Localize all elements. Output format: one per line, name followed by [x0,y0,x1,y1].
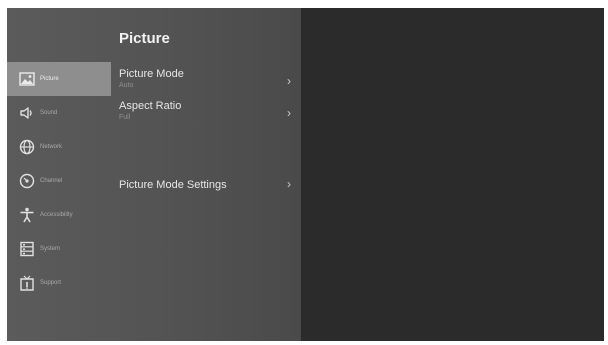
sidebar-item-support[interactable]: Support [7,266,111,300]
sidebar-item-label: Picture [40,76,59,82]
picture-mode-settings-item[interactable]: Picture Mode Settings › [119,177,291,191]
menu-item-label: Picture Mode Settings [119,179,227,191]
tv-screen: Picture Picture Sound Network Channel Ac… [7,8,604,341]
sidebar-item-picture[interactable]: Picture [7,62,111,96]
sidebar-item-network[interactable]: Network [7,130,111,164]
sidebar-item-channel[interactable]: Channel [7,164,111,198]
chevron-right-icon: › [287,177,291,191]
sidebar-item-label: Network [40,144,63,150]
support-icon [19,275,35,291]
aspect-ratio-item[interactable]: Aspect Ratio Full › [119,100,291,121]
sidebar-nav: Picture Sound Network Channel Accessibil… [7,62,111,300]
menu-item-value: Auto [119,82,134,89]
antenna-icon [19,173,35,189]
picture-icon [19,71,35,87]
accessibility-icon [19,207,35,223]
menu-item-value: Full [119,114,131,121]
speaker-icon [19,105,35,121]
system-icon [19,241,35,257]
sidebar-item-label: Sound [40,110,58,116]
sidebar-item-label: Channel [40,178,63,184]
chevron-right-icon: › [287,106,291,120]
chevron-right-icon: › [287,74,291,88]
settings-panel: Picture Picture Sound Network Channel Ac… [7,8,301,341]
menu-item-label: Picture Mode [119,68,184,80]
globe-icon [19,139,35,155]
sidebar-item-accessibility[interactable]: Accessibility [7,198,111,232]
menu-item-label: Aspect Ratio [119,100,182,112]
sidebar-item-label: Accessibility [40,212,73,218]
page-title: Picture [119,30,170,47]
sidebar-item-system[interactable]: System [7,232,111,266]
sidebar-item-label: Support [40,280,62,286]
preview-pane [301,8,604,341]
sidebar-item-sound[interactable]: Sound [7,96,111,130]
sidebar-item-label: System [40,246,61,252]
picture-mode-item[interactable]: Picture Mode Auto › [119,68,291,89]
